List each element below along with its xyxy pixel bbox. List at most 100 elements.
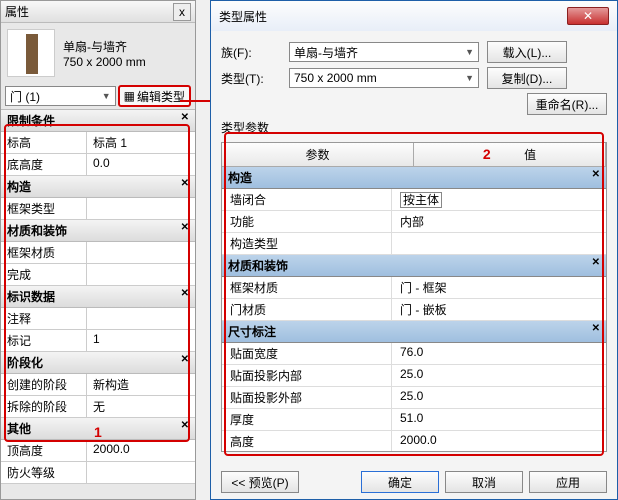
grid-header: 参数 2 值 <box>222 143 606 167</box>
load-button[interactable]: 载入(L)... <box>487 41 567 63</box>
table-row[interactable]: 顶高度2000.0 <box>1 440 195 462</box>
table-row[interactable]: 注释 <box>1 308 195 330</box>
section-header[interactable]: 材质和装饰✕ <box>222 255 606 277</box>
type-label-block: 单扇-与墙齐 750 x 2000 mm <box>63 38 146 69</box>
table-row[interactable]: 构造类型 <box>222 233 606 255</box>
properties-titlebar: 属性 x <box>1 1 195 23</box>
type-dropdown[interactable]: 750 x 2000 mm ▼ <box>289 68 479 88</box>
param-name: 贴面投影外部 <box>222 387 392 408</box>
table-row[interactable]: 创建的阶段新构造 <box>1 374 195 396</box>
family-label: 族(F): <box>221 44 281 61</box>
dialog-titlebar[interactable]: 类型属性 ✕ <box>211 1 617 31</box>
chevron-down-icon: ▼ <box>465 47 474 57</box>
table-row[interactable]: 门材质门 - 嵌板 <box>222 299 606 321</box>
param-name: 厚度 <box>222 409 392 430</box>
param-value[interactable] <box>87 264 195 285</box>
section-header[interactable]: 标识数据✕ <box>1 286 195 308</box>
chevron-down-icon: ▼ <box>102 91 111 101</box>
section-header[interactable]: 阶段化✕ <box>1 352 195 374</box>
section-header[interactable]: 构造✕ <box>222 167 606 189</box>
properties-title: 属性 <box>5 3 29 20</box>
type-dropdown-value: 750 x 2000 mm <box>294 71 377 85</box>
param-name: 创建的阶段 <box>1 374 87 395</box>
table-row[interactable]: 功能内部 <box>222 211 606 233</box>
section-header[interactable]: 材质和装饰✕ <box>1 220 195 242</box>
preview-button[interactable]: << 预览(P) <box>221 471 299 493</box>
family-dropdown[interactable]: 单扇-与墙齐 ▼ <box>289 42 479 62</box>
param-name: 拆除的阶段 <box>1 396 87 417</box>
type-properties-dialog: 类型属性 ✕ 族(F): 单扇-与墙齐 ▼ 载入(L)... 类型(T): 75… <box>210 0 618 500</box>
param-value[interactable]: 新构造 <box>87 374 195 395</box>
dialog-body: 族(F): 单扇-与墙齐 ▼ 载入(L)... 类型(T): 750 x 200… <box>211 31 617 458</box>
edit-type-label: 编辑类型 <box>137 88 185 105</box>
table-row[interactable]: 标记1 <box>1 330 195 352</box>
dialog-footer: << 预览(P) 确定 取消 应用 <box>221 471 607 493</box>
table-row[interactable]: 贴面投影外部25.0 <box>222 387 606 409</box>
table-row[interactable]: 框架材质门 - 框架 <box>222 277 606 299</box>
ok-button[interactable]: 确定 <box>361 471 439 493</box>
param-value[interactable]: 0.0 <box>87 154 195 175</box>
param-value[interactable]: 门 - 框架 <box>392 277 606 298</box>
table-row[interactable]: 拆除的阶段无 <box>1 396 195 418</box>
table-row[interactable]: 底高度0.0 <box>1 154 195 176</box>
type-preview-row[interactable]: 单扇-与墙齐 750 x 2000 mm <box>1 23 195 83</box>
rename-button[interactable]: 重命名(R)... <box>527 93 607 115</box>
table-row[interactable]: 框架材质 <box>1 242 195 264</box>
edit-type-button[interactable]: ▦ 编辑类型 <box>118 85 191 107</box>
type-size: 750 x 2000 mm <box>63 55 146 69</box>
param-value[interactable] <box>87 462 195 483</box>
param-value[interactable]: 25.0 <box>392 387 606 408</box>
param-value[interactable] <box>87 198 195 219</box>
close-icon[interactable]: x <box>173 3 191 21</box>
table-row[interactable]: 高度2000.0 <box>222 431 606 452</box>
instance-selector[interactable]: 门 (1) ▼ <box>5 86 116 106</box>
param-value[interactable]: 51.0 <box>392 409 606 430</box>
duplicate-button[interactable]: 复制(D)... <box>487 67 567 89</box>
table-row[interactable]: 贴面投影内部25.0 <box>222 365 606 387</box>
cancel-button[interactable]: 取消 <box>445 471 523 493</box>
table-row[interactable]: 贴面宽度76.0 <box>222 343 606 365</box>
param-value[interactable]: 门 - 嵌板 <box>392 299 606 320</box>
table-row[interactable]: 标高标高 1 <box>1 132 195 154</box>
param-name: 框架材质 <box>222 277 392 298</box>
param-value[interactable]: 标高 1 <box>87 132 195 153</box>
param-name: 贴面投影内部 <box>222 365 392 386</box>
section-header[interactable]: 限制条件✕ <box>1 110 195 132</box>
param-name: 完成 <box>1 264 87 285</box>
param-name: 顶高度 <box>1 440 87 461</box>
apply-button[interactable]: 应用 <box>529 471 607 493</box>
section-header[interactable]: 尺寸标注✕ <box>222 321 606 343</box>
table-row[interactable]: 墙闭合按主体 <box>222 189 606 211</box>
dialog-title: 类型属性 <box>219 8 267 25</box>
chevron-down-icon: ▼ <box>465 73 474 83</box>
table-row[interactable]: 完成 <box>1 264 195 286</box>
col-value-label: 值 <box>524 148 536 162</box>
col-param: 参数 <box>222 143 414 166</box>
table-row[interactable]: 厚度51.0 <box>222 409 606 431</box>
param-name: 贴面宽度 <box>222 343 392 364</box>
table-row[interactable]: 防火等级 <box>1 462 195 484</box>
param-value[interactable]: 2000.0 <box>87 440 195 461</box>
param-value[interactable]: 2000.0 <box>392 431 606 452</box>
param-value[interactable]: 内部 <box>392 211 606 232</box>
table-row[interactable]: 框架类型 <box>1 198 195 220</box>
col-value: 2 值 <box>414 143 606 166</box>
param-value[interactable] <box>87 242 195 263</box>
param-value[interactable]: 按主体 <box>392 189 606 210</box>
dialog-close-button[interactable]: ✕ <box>567 7 609 25</box>
section-header[interactable]: 构造✕ <box>1 176 195 198</box>
family-name: 单扇-与墙齐 <box>63 38 146 55</box>
param-value[interactable]: 25.0 <box>392 365 606 386</box>
param-value[interactable] <box>392 233 606 254</box>
param-value[interactable]: 76.0 <box>392 343 606 364</box>
param-name: 底高度 <box>1 154 87 175</box>
type-label: 类型(T): <box>221 70 281 87</box>
param-value[interactable]: 1 <box>87 330 195 351</box>
param-value[interactable]: 无 <box>87 396 195 417</box>
param-name: 高度 <box>222 431 392 452</box>
door-thumbnail-icon <box>7 29 55 77</box>
param-value[interactable] <box>87 308 195 329</box>
param-name: 框架材质 <box>1 242 87 263</box>
param-name: 标高 <box>1 132 87 153</box>
param-name: 注释 <box>1 308 87 329</box>
